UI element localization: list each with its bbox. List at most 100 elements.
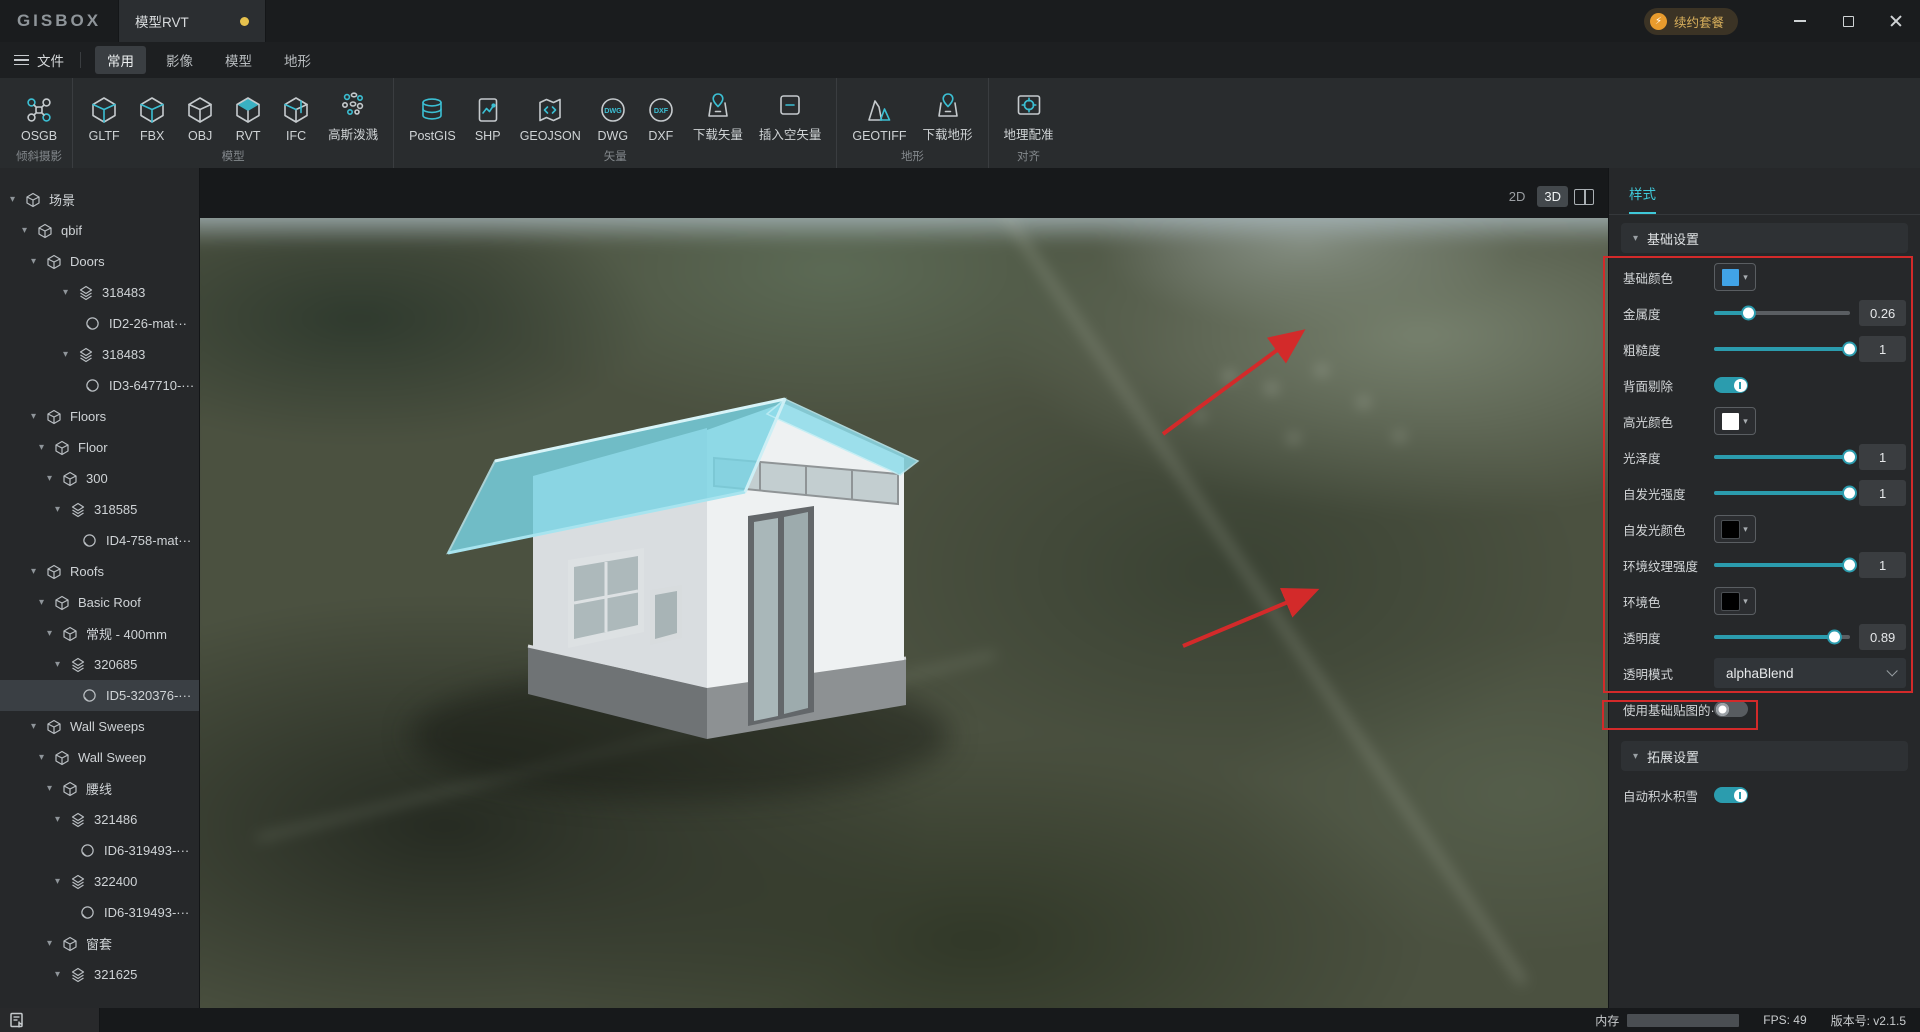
- tree-item[interactable]: ID5-320376-···: [0, 680, 199, 711]
- close-button[interactable]: [1872, 0, 1920, 42]
- menu-tab-4[interactable]: 地形: [272, 46, 323, 74]
- toolbar-item-1-0[interactable]: GLTF: [83, 92, 125, 145]
- tree-item[interactable]: ▾窗套: [0, 928, 199, 959]
- chevron-down-icon[interactable]: ▾: [55, 876, 67, 887]
- toolbar-item-2-2[interactable]: GEOJSON: [515, 92, 586, 145]
- viewport-3d[interactable]: 2D 3D: [200, 168, 1608, 1008]
- tree-item[interactable]: ▾Floor: [0, 432, 199, 463]
- toolbar-item-2-3[interactable]: DWGDWG: [592, 92, 634, 145]
- tree-item[interactable]: ▾322400: [0, 866, 199, 897]
- chevron-down-icon[interactable]: ▾: [55, 969, 67, 980]
- view-3d-button[interactable]: 3D: [1537, 186, 1568, 207]
- tree-item[interactable]: ▾300: [0, 463, 199, 494]
- layer-panel-icon[interactable]: [8, 1011, 26, 1029]
- tree-item[interactable]: ID6-319493-···: [0, 897, 199, 928]
- transparency-mode-select[interactable]: alphaBlend: [1714, 658, 1906, 688]
- slider[interactable]: [1714, 491, 1850, 495]
- split-view-icon[interactable]: [1574, 189, 1594, 205]
- toggle-switch[interactable]: [1714, 377, 1748, 393]
- toolbar-item-2-4[interactable]: DXFDXF: [640, 92, 682, 145]
- section-header-2[interactable]: ▾拓展设置: [1621, 741, 1908, 771]
- slider[interactable]: [1714, 635, 1850, 639]
- chevron-down-icon[interactable]: ▾: [63, 287, 75, 298]
- slider-knob[interactable]: [1842, 486, 1857, 501]
- chevron-down-icon[interactable]: ▾: [55, 504, 67, 515]
- toolbar-item-0-0[interactable]: OSGB: [16, 92, 62, 145]
- renew-plan-button[interactable]: ⚡ 续约套餐: [1644, 8, 1738, 35]
- tree-item[interactable]: ▾321486: [0, 804, 199, 835]
- tree-item[interactable]: ▾318483: [0, 277, 199, 308]
- tree-item[interactable]: ID3-647710-···: [0, 370, 199, 401]
- tree-item[interactable]: ID2-26-mat···: [0, 308, 199, 339]
- tab-style[interactable]: 样式: [1629, 183, 1656, 214]
- tree-item[interactable]: ID4-758-mat···: [0, 525, 199, 556]
- slider-knob[interactable]: [1827, 630, 1842, 645]
- toolbar-item-4-0[interactable]: 地理配准: [999, 87, 1059, 145]
- toolbar-item-2-6[interactable]: 插入空矢量: [754, 87, 827, 145]
- slider[interactable]: [1714, 347, 1850, 351]
- tree-item[interactable]: ▾qbif: [0, 215, 199, 246]
- chevron-down-icon[interactable]: ▾: [31, 411, 43, 422]
- toolbar-item-2-1[interactable]: SHP: [467, 92, 509, 145]
- tree-item[interactable]: ▾Wall Sweep: [0, 742, 199, 773]
- minimize-button[interactable]: [1776, 0, 1824, 42]
- tree-item[interactable]: ▾Doors: [0, 246, 199, 277]
- chevron-down-icon[interactable]: ▾: [47, 783, 59, 794]
- toolbar-item-1-1[interactable]: FBX: [131, 92, 173, 145]
- tree-item[interactable]: ▾腰线: [0, 773, 199, 804]
- tree-item[interactable]: ▾Basic Roof: [0, 587, 199, 618]
- toolbar-item-1-5[interactable]: 高斯泼溅: [323, 87, 383, 145]
- house-model[interactable]: [200, 218, 1608, 1008]
- slider-knob[interactable]: [1741, 306, 1756, 321]
- aerial-map[interactable]: [200, 218, 1608, 1008]
- slider-knob[interactable]: [1842, 558, 1857, 573]
- chevron-down-icon[interactable]: ▾: [22, 225, 34, 236]
- slider[interactable]: [1714, 563, 1850, 567]
- chevron-down-icon[interactable]: ▾: [39, 752, 51, 763]
- tree-item[interactable]: ▾Floors: [0, 401, 199, 432]
- tree-item[interactable]: ID6-319493-···: [0, 835, 199, 866]
- tree-item[interactable]: ▾常规 - 400mm: [0, 618, 199, 649]
- chevron-down-icon[interactable]: ▾: [55, 814, 67, 825]
- chevron-down-icon[interactable]: ▾: [39, 597, 51, 608]
- maximize-button[interactable]: [1824, 0, 1872, 42]
- chevron-down-icon[interactable]: ▾: [10, 194, 22, 205]
- toolbar-item-1-4[interactable]: IFC: [275, 92, 317, 145]
- tree-item[interactable]: ▾Wall Sweeps: [0, 711, 199, 742]
- color-picker[interactable]: ▾: [1714, 407, 1756, 435]
- color-picker[interactable]: ▾: [1714, 515, 1756, 543]
- tree-item[interactable]: ▾Roofs: [0, 556, 199, 587]
- toggle-switch[interactable]: [1714, 787, 1748, 803]
- chevron-down-icon[interactable]: ▾: [31, 721, 43, 732]
- tree-item[interactable]: ▾320685: [0, 649, 199, 680]
- slider-knob[interactable]: [1842, 342, 1857, 357]
- chevron-down-icon[interactable]: ▾: [47, 938, 59, 949]
- tree-item[interactable]: ▾318585: [0, 494, 199, 525]
- section-header-1[interactable]: ▾基础设置: [1621, 223, 1908, 253]
- toolbar-item-3-0[interactable]: GEOTIFF: [847, 92, 911, 145]
- slider[interactable]: [1714, 311, 1850, 315]
- tree-item[interactable]: ▾321625: [0, 959, 199, 990]
- menu-tab-3[interactable]: 模型: [213, 46, 264, 74]
- chevron-down-icon[interactable]: ▾: [31, 256, 43, 267]
- chevron-down-icon[interactable]: ▾: [47, 473, 59, 484]
- tree-item[interactable]: ▾场景: [0, 184, 199, 215]
- toolbar-item-2-0[interactable]: PostGIS: [404, 92, 461, 145]
- toolbar-item-1-3[interactable]: RVT: [227, 92, 269, 145]
- chevron-down-icon[interactable]: ▾: [47, 628, 59, 639]
- chevron-down-icon[interactable]: ▾: [63, 349, 75, 360]
- color-picker[interactable]: ▾: [1714, 587, 1756, 615]
- chevron-down-icon[interactable]: ▾: [55, 659, 67, 670]
- slider-knob[interactable]: [1842, 450, 1857, 465]
- color-picker[interactable]: ▾: [1714, 263, 1756, 291]
- menu-tab-2[interactable]: 影像: [154, 46, 205, 74]
- view-2d-button[interactable]: 2D: [1503, 186, 1532, 207]
- toolbar-item-3-1[interactable]: 下载地形: [918, 87, 978, 145]
- menu-tab-1[interactable]: 常用: [95, 46, 146, 74]
- toolbar-item-1-2[interactable]: OBJ: [179, 92, 221, 145]
- toggle-switch[interactable]: [1714, 701, 1748, 717]
- tree-item[interactable]: ▾318483: [0, 339, 199, 370]
- slider[interactable]: [1714, 455, 1850, 459]
- chevron-down-icon[interactable]: ▾: [31, 566, 43, 577]
- document-tab[interactable]: 模型RVT: [118, 0, 266, 42]
